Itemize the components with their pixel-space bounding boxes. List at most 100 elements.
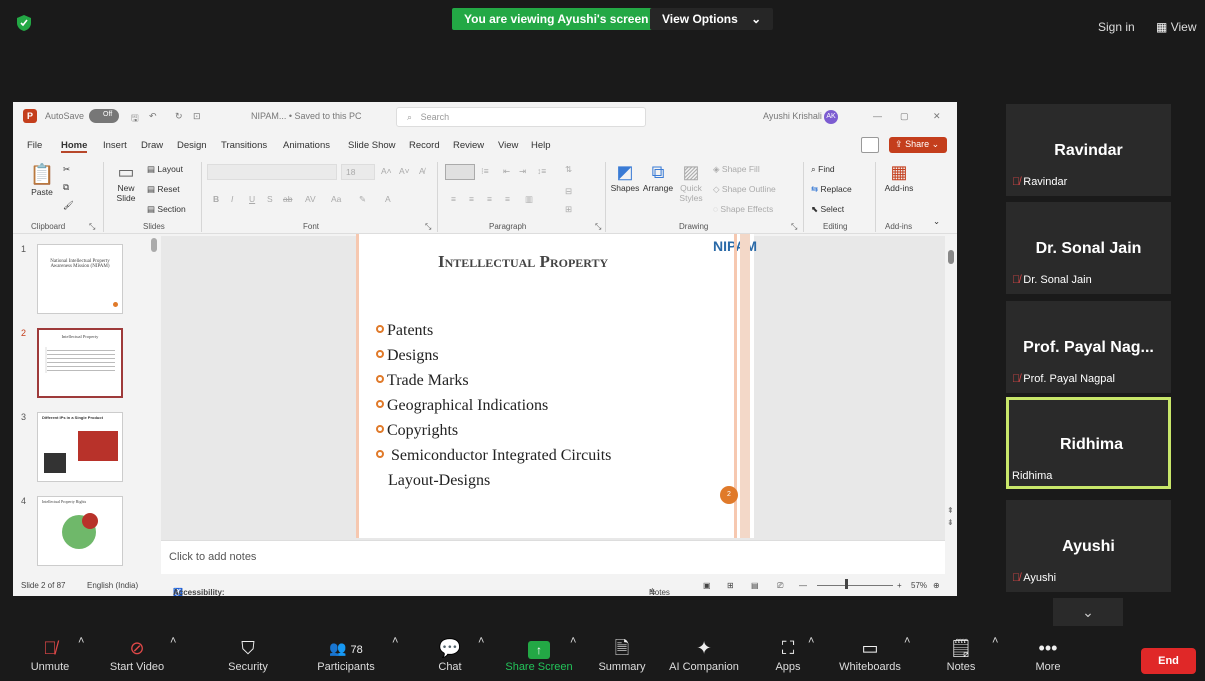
shape-effects-button[interactable]: ◌ Shape Effects (713, 204, 773, 214)
notes-input[interactable]: Click to add notes (161, 540, 945, 574)
grow-font-icon[interactable]: A˄ (381, 166, 392, 176)
security-button[interactable]: ⛉ Security (220, 635, 276, 673)
present-icon[interactable]: ⊡ (193, 111, 201, 122)
slideshow-icon[interactable]: ⎚ (777, 581, 783, 591)
notes-chevron-icon[interactable]: ˄ (992, 635, 998, 647)
clear-format-icon[interactable]: A̸ (419, 166, 425, 176)
zoom-slider-thumb[interactable] (845, 579, 848, 589)
audio-options-chevron-icon[interactable]: ˄ (78, 635, 84, 647)
notes-button[interactable]: 🗒 Notes (940, 635, 982, 673)
bullets-icon[interactable] (445, 164, 475, 180)
autosave-toggle[interactable]: Off (89, 109, 119, 123)
decrease-indent-icon[interactable]: ⇤ (503, 166, 510, 177)
menu-record[interactable]: Record (409, 140, 440, 151)
comments-icon[interactable] (861, 137, 879, 153)
more-button[interactable]: ••• More (1028, 635, 1068, 673)
highlight-icon[interactable]: ✎ (359, 194, 366, 205)
language-indicator[interactable]: English (India) (87, 581, 138, 590)
shapes-button[interactable]: ◩ Shapes (609, 162, 641, 193)
justify-icon[interactable]: ≡ (505, 194, 510, 204)
restore-icon[interactable]: ▢ (900, 111, 909, 122)
apps-button[interactable]: ⛶ Apps (768, 635, 808, 673)
end-meeting-button[interactable]: End (1141, 648, 1196, 674)
participants-chevron-icon[interactable]: ˄ (392, 635, 398, 647)
zoom-out-icon[interactable]: — (799, 581, 807, 590)
cut-icon[interactable]: ✂ (63, 164, 70, 175)
copy-icon[interactable]: ⧉ (63, 182, 69, 193)
dialog-launcher-icon[interactable]: ⤡ (425, 222, 431, 232)
participants-button[interactable]: 👥 78 Participants (308, 635, 384, 673)
user-avatar[interactable]: AK (824, 110, 838, 124)
change-case-icon[interactable]: Aa (331, 194, 341, 204)
menu-design[interactable]: Design (177, 140, 207, 151)
view-options-button[interactable]: View Options ⌄ (650, 8, 774, 30)
share-chevron-icon[interactable]: ˄ (570, 635, 576, 647)
shadow-icon[interactable]: S (267, 194, 273, 204)
ribbon-collapse-icon[interactable]: ⌄ (933, 216, 940, 227)
next-slide-icon[interactable]: ⇟ (947, 518, 954, 527)
new-slide-button[interactable]: ▭ New Slide (109, 162, 143, 203)
arrange-button[interactable]: ⧉ Arrange (641, 162, 675, 193)
participant-tile[interactable]: Dr. Sonal Jain 🎙̸ Dr. Sonal Jain (1006, 202, 1171, 294)
chat-chevron-icon[interactable]: ˄ (478, 635, 484, 647)
apps-chevron-icon[interactable]: ˄ (808, 635, 814, 647)
menu-view[interactable]: View (498, 140, 518, 151)
dialog-launcher-icon[interactable]: ⤡ (791, 222, 797, 232)
numbering-icon[interactable]: ⁝≡ (481, 166, 489, 177)
scrollbar-thumb[interactable] (151, 238, 157, 252)
slide-sorter-icon[interactable]: ⊞ (727, 581, 734, 590)
format-painter-icon[interactable]: 🖌 (63, 200, 74, 211)
share-screen-button[interactable]: ↑ Share Screen (500, 635, 578, 673)
participant-tile[interactable]: Ayushi 🎙̸ Ayushi (1006, 500, 1171, 592)
shape-outline-button[interactable]: ◇ Shape Outline (713, 184, 776, 195)
slide-thumbnail[interactable]: Intellectual Property Rights (37, 496, 123, 566)
find-button[interactable]: ⌕ Find (811, 164, 835, 175)
prev-slide-icon[interactable]: ⇞ (947, 506, 954, 515)
increase-indent-icon[interactable]: ⇥ (519, 166, 526, 177)
participant-tile[interactable]: Ravindar 🎙̸ Ravindar (1006, 104, 1171, 196)
reset-button[interactable]: ▤ Reset (147, 184, 180, 195)
start-video-button[interactable]: ⊘ Start Video (100, 635, 174, 673)
current-slide[interactable]: Intellectual Property NIPAM Patents Desi… (356, 234, 757, 538)
italic-icon[interactable]: I (231, 194, 233, 204)
slide-thumbnail-selected[interactable]: Intellectual Property (37, 328, 123, 398)
participant-tile-active-speaker[interactable]: Ridhima Ridhima (1006, 397, 1171, 489)
bold-icon[interactable]: B (213, 194, 219, 204)
fit-slide-icon[interactable]: ⊕ (933, 581, 940, 590)
zoom-level[interactable]: 57% (911, 581, 927, 590)
slide-title[interactable]: Intellectual Property (438, 252, 608, 272)
reading-view-icon[interactable]: ▤ (751, 581, 759, 590)
summary-button[interactable]: 🗎 Summary (594, 635, 650, 673)
zoom-in-icon[interactable]: + (897, 581, 902, 590)
slide-thumbnail[interactable]: National Intellectual Property Awareness… (37, 244, 123, 314)
slide-bullet-list[interactable]: Patents Designs Trade Marks Geographical… (376, 318, 611, 493)
smartart-icon[interactable]: ⊞ (565, 204, 572, 215)
unmute-button[interactable]: 🎙̸ Unmute (20, 635, 80, 673)
sign-in-link[interactable]: Sign in (1098, 20, 1135, 34)
quick-styles-button[interactable]: ▨ Quick Styles (677, 162, 705, 203)
close-icon[interactable]: ✕ (933, 111, 941, 122)
select-button[interactable]: ⬉ Select (811, 204, 844, 215)
add-ins-button[interactable]: ▦ Add-ins (881, 162, 917, 193)
slide-scrollbar[interactable]: ⇞ ⇟ (945, 236, 957, 540)
strikethrough-icon[interactable]: ab (283, 194, 292, 204)
share-button[interactable]: ⇪ Share ⌄ (889, 137, 947, 153)
participant-tile[interactable]: Prof. Payal Nag... 🎙̸ Prof. Payal Nagpal (1006, 301, 1171, 393)
menu-slideshow[interactable]: Slide Show (348, 140, 396, 151)
align-center-icon[interactable]: ≡ (469, 194, 474, 204)
save-icon[interactable]: 🖫 (131, 111, 139, 127)
layout-button[interactable]: ▤ Layout (147, 164, 183, 175)
normal-view-icon[interactable]: ▣ (703, 581, 711, 590)
scrollbar-thumb[interactable] (948, 250, 954, 264)
view-button[interactable]: ▦ View (1156, 20, 1196, 34)
menu-insert[interactable]: Insert (103, 140, 127, 151)
shape-fill-button[interactable]: ◈ Shape Fill (713, 164, 760, 175)
font-size-select[interactable]: 18 (341, 164, 375, 180)
menu-draw[interactable]: Draw (141, 140, 163, 151)
dialog-launcher-icon[interactable]: ⤡ (89, 222, 95, 232)
font-color-icon[interactable]: A (385, 194, 391, 204)
menu-home[interactable]: Home (61, 140, 88, 153)
chat-button[interactable]: 💬 Chat (428, 635, 472, 673)
paste-button[interactable]: 📋 Paste (27, 162, 57, 197)
undo-icon[interactable]: ↶ (149, 111, 157, 122)
